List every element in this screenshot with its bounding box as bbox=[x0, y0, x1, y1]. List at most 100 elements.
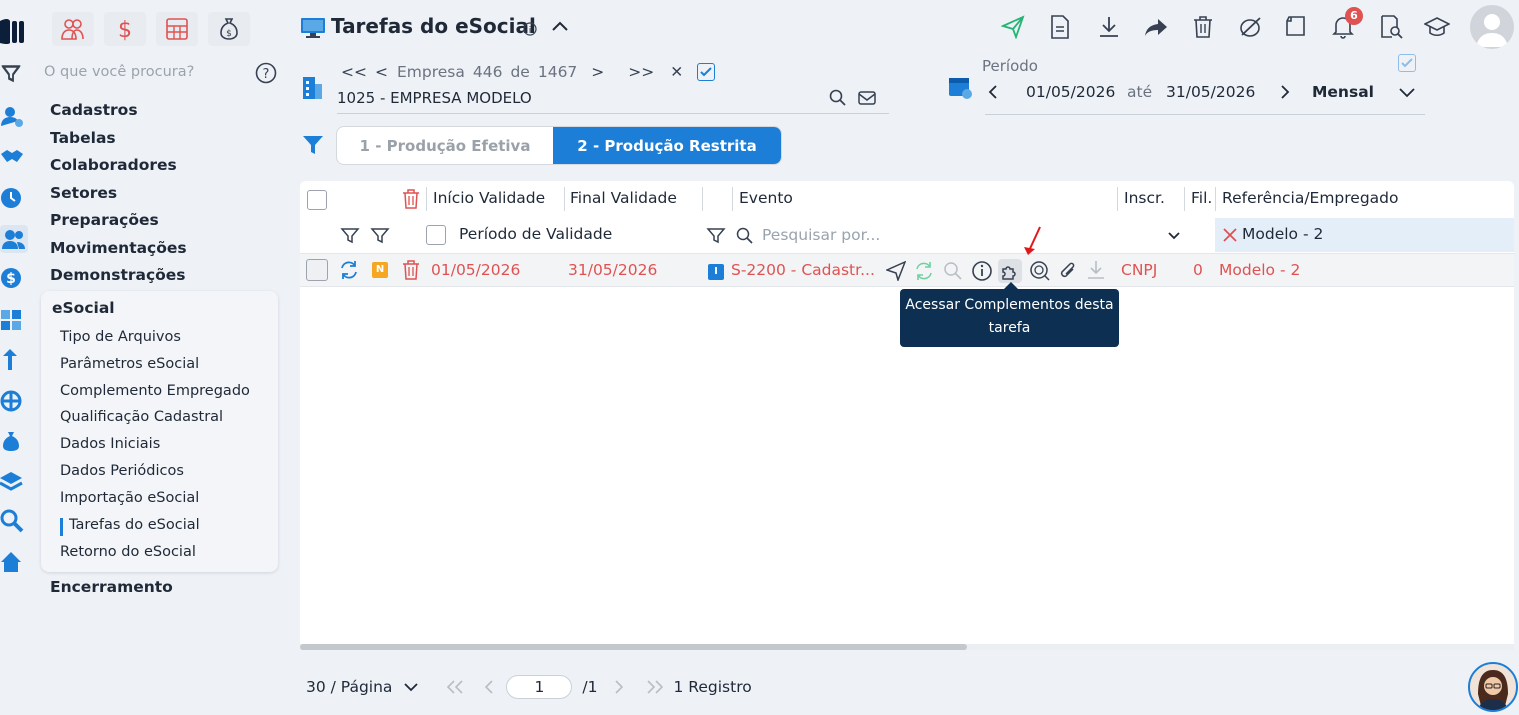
submenu-item-4[interactable]: Dados Iniciais bbox=[60, 436, 160, 452]
nav-item-4[interactable]: Preparações bbox=[50, 209, 187, 237]
tab-producao-efetiva[interactable]: 1 - Produção Efetiva bbox=[337, 127, 553, 164]
funnel-icon[interactable] bbox=[302, 134, 324, 156]
row-checkbox[interactable] bbox=[306, 259, 328, 281]
col-referencia[interactable]: Referência/Empregado bbox=[1222, 189, 1399, 207]
report-search-icon[interactable] bbox=[1379, 15, 1403, 39]
row-refresh-icon[interactable] bbox=[914, 261, 934, 281]
nav-item-0[interactable]: Cadastros bbox=[50, 99, 187, 127]
row-info-icon[interactable] bbox=[971, 260, 993, 282]
per-page-select[interactable]: 30 / Página bbox=[306, 678, 392, 696]
info-icon[interactable]: i bbox=[523, 22, 537, 36]
next-page-icon[interactable] bbox=[614, 680, 624, 694]
period-prev-icon[interactable] bbox=[987, 84, 999, 100]
clock-icon[interactable] bbox=[0, 186, 26, 212]
nav-item-5[interactable]: Movimentações bbox=[50, 237, 187, 265]
table-row[interactable]: N 01/05/2026 31/05/2026 I S-2200 - Cadas… bbox=[300, 253, 1514, 287]
trash-icon[interactable] bbox=[1192, 15, 1214, 39]
people-shortcut-icon[interactable] bbox=[52, 12, 94, 46]
page-input[interactable]: 1 bbox=[506, 675, 573, 699]
support-avatar[interactable] bbox=[1468, 662, 1518, 712]
document-icon[interactable] bbox=[1049, 15, 1071, 39]
per-page-chevron-icon[interactable] bbox=[404, 682, 419, 692]
submenu-item-3[interactable]: Qualificação Cadastral bbox=[60, 409, 223, 425]
folder-icon[interactable] bbox=[1284, 15, 1308, 39]
row-trash-icon[interactable] bbox=[402, 260, 420, 280]
row-attachment-icon[interactable] bbox=[1058, 260, 1078, 282]
row-brain-icon[interactable] bbox=[1029, 260, 1051, 282]
calculator-icon[interactable] bbox=[0, 309, 26, 335]
row-send-icon[interactable] bbox=[886, 261, 906, 281]
nav-item-2[interactable]: Colaboradores bbox=[50, 154, 187, 182]
money-bag-icon[interactable] bbox=[0, 429, 26, 455]
filter-icon[interactable] bbox=[370, 226, 390, 246]
forward-icon[interactable] bbox=[1143, 16, 1169, 38]
prev-page-icon[interactable] bbox=[484, 680, 494, 694]
network-icon[interactable] bbox=[0, 389, 26, 415]
company-search-icon[interactable] bbox=[829, 89, 847, 107]
period-start[interactable]: 01/05/2026 bbox=[1026, 83, 1115, 101]
menu-search[interactable]: O que você procura? ? bbox=[0, 60, 280, 88]
search-icon[interactable] bbox=[0, 509, 26, 535]
eraser-icon[interactable] bbox=[1238, 15, 1264, 39]
col-final-validade[interactable]: Final Validade bbox=[570, 189, 677, 207]
first-page-icon[interactable] bbox=[446, 680, 464, 694]
company-mail-icon[interactable] bbox=[858, 89, 876, 107]
submenu-item-7[interactable]: Tarefas do eSocial bbox=[69, 517, 200, 533]
event-search-input[interactable]: Pesquisar por... bbox=[762, 226, 880, 244]
last-company-button[interactable]: >> bbox=[628, 63, 654, 81]
layers-icon[interactable] bbox=[0, 469, 26, 495]
dollar-icon[interactable]: $ bbox=[0, 266, 26, 292]
period-end[interactable]: 31/05/2026 bbox=[1166, 83, 1255, 101]
tab-producao-restrita[interactable]: 2 - Produção Restrita bbox=[553, 127, 781, 164]
submenu-item-1[interactable]: Parâmetros eSocial bbox=[60, 356, 199, 372]
download-icon[interactable] bbox=[1097, 15, 1121, 39]
nav-item-1[interactable]: Tabelas bbox=[50, 127, 187, 155]
nav-item-encerramento[interactable]: Encerramento bbox=[50, 578, 173, 596]
graduation-cap-icon[interactable] bbox=[1424, 15, 1450, 39]
nav-item-6[interactable]: Demonstrações bbox=[50, 264, 187, 292]
avatar[interactable] bbox=[1470, 5, 1514, 49]
sync-icon[interactable] bbox=[338, 259, 360, 281]
col-evento[interactable]: Evento bbox=[739, 189, 793, 207]
submenu-item-5[interactable]: Dados Periódicos bbox=[60, 463, 184, 479]
horizontal-scrollbar[interactable] bbox=[300, 644, 1514, 650]
collapse-chevron-icon[interactable] bbox=[550, 19, 570, 33]
dollar-shortcut-icon[interactable]: $ bbox=[104, 12, 146, 46]
home-icon[interactable] bbox=[0, 550, 26, 576]
clear-reference-icon[interactable] bbox=[1223, 228, 1237, 242]
event-filter-icon[interactable] bbox=[706, 226, 726, 246]
help-icon[interactable]: ? bbox=[255, 62, 277, 84]
period-mode-chevron-icon[interactable] bbox=[1398, 87, 1416, 99]
nav-item-3[interactable]: Setores bbox=[50, 182, 187, 210]
row-complements-icon[interactable] bbox=[998, 259, 1022, 283]
prev-company-button[interactable]: < bbox=[375, 63, 397, 81]
submenu-item-8[interactable]: Retorno do eSocial bbox=[60, 544, 196, 560]
next-company-button[interactable]: > bbox=[591, 63, 604, 81]
search-input[interactable]: O que você procura? bbox=[44, 64, 194, 80]
money-bag-shortcut-icon[interactable]: $ bbox=[208, 12, 250, 46]
row-download-icon[interactable] bbox=[1086, 260, 1106, 280]
col-inscr[interactable]: Inscr. bbox=[1124, 189, 1165, 207]
period-next-icon[interactable] bbox=[1279, 84, 1291, 100]
registration-icon[interactable] bbox=[0, 104, 26, 130]
calculator-shortcut-icon[interactable] bbox=[156, 12, 198, 46]
event-dropdown-chevron-icon[interactable] bbox=[1168, 232, 1180, 240]
col-inicio-validade[interactable]: Início Validade bbox=[433, 189, 545, 207]
last-page-icon[interactable] bbox=[646, 680, 664, 694]
reference-filter[interactable]: Modelo - 2 bbox=[1215, 218, 1514, 252]
col-fil[interactable]: Fil. bbox=[1191, 189, 1212, 207]
submenu-item-6[interactable]: Importação eSocial bbox=[60, 490, 199, 506]
first-company-button[interactable]: << bbox=[341, 63, 367, 81]
handshake-icon[interactable] bbox=[0, 145, 26, 171]
select-all-checkbox[interactable] bbox=[307, 190, 327, 210]
period-mode[interactable]: Mensal bbox=[1312, 83, 1374, 101]
submenu-item-0[interactable]: Tipo de Arquivos bbox=[60, 329, 181, 345]
header-trash-icon[interactable] bbox=[402, 189, 420, 209]
company-checkbox[interactable] bbox=[697, 63, 716, 81]
app-logo-icon[interactable] bbox=[0, 17, 26, 44]
clear-company-button[interactable]: ✕ bbox=[670, 63, 683, 81]
send-icon[interactable] bbox=[1001, 15, 1025, 39]
period-checkbox[interactable] bbox=[1398, 54, 1416, 72]
people-icon[interactable] bbox=[0, 225, 28, 253]
row-search-icon[interactable] bbox=[943, 261, 963, 281]
